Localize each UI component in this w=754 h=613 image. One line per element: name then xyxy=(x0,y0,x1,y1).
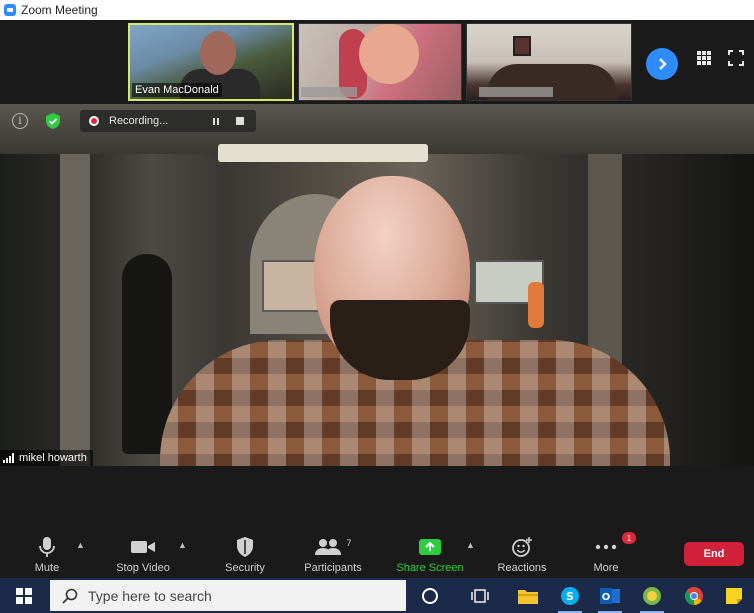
window-title: Zoom Meeting xyxy=(21,3,98,17)
svg-text:S: S xyxy=(566,590,574,603)
microphone-icon xyxy=(38,536,56,558)
windows-logo-icon xyxy=(16,587,32,604)
video-options-chevron-icon[interactable]: ▲ xyxy=(178,540,187,550)
search-icon xyxy=(62,588,78,604)
record-dot-icon xyxy=(89,116,99,126)
active-speaker-name: mikel howarth xyxy=(19,452,87,464)
participant-face xyxy=(359,24,419,84)
security-label: Security xyxy=(225,562,265,574)
participants-button[interactable]: 7 Participants xyxy=(296,530,370,578)
participants-count: 7 xyxy=(346,538,352,548)
video-background-light xyxy=(218,144,428,162)
chrome-icon[interactable] xyxy=(682,584,706,608)
cortana-circle-icon[interactable] xyxy=(418,584,442,608)
info-icon[interactable]: i xyxy=(12,113,28,129)
zoom-app-icon xyxy=(4,4,16,16)
reactions-label: Reactions xyxy=(497,562,547,574)
participants-label: Participants xyxy=(304,562,362,574)
notification-badge: 1 xyxy=(622,532,636,544)
meeting-toolbar: Mute ▲ Stop Video ▲ Security 7 Participa… xyxy=(0,530,754,578)
share-screen-button[interactable]: Share Screen xyxy=(390,530,470,578)
video-background-pillar xyxy=(60,154,90,466)
skype-icon[interactable]: S xyxy=(558,584,582,613)
share-options-chevron-icon[interactable]: ▲ xyxy=(466,540,475,550)
reactions-emoji-icon xyxy=(511,536,533,558)
participant-thumbnail-3[interactable] xyxy=(466,23,632,101)
participant-face xyxy=(200,31,236,75)
security-shield-icon xyxy=(235,536,255,558)
participant-thumbnail-1[interactable]: Evan MacDonald xyxy=(128,23,294,101)
search-input[interactable] xyxy=(88,587,388,604)
recording-indicator: Recording... xyxy=(80,110,256,132)
more-dots-icon xyxy=(595,536,617,558)
gallery-strip: Evan MacDonald xyxy=(0,20,754,104)
next-page-button[interactable] xyxy=(646,48,678,80)
active-speaker-name-tag: mikel howarth xyxy=(0,450,93,466)
participant-name-redacted xyxy=(301,87,357,97)
gallery-view-icon[interactable] xyxy=(696,50,712,66)
chevron-right-icon xyxy=(659,58,667,70)
outlook-icon[interactable]: O xyxy=(598,584,622,613)
audio-options-chevron-icon[interactable]: ▲ xyxy=(76,540,85,550)
video-camera-icon xyxy=(130,536,156,558)
task-view-icon[interactable] xyxy=(468,584,492,608)
share-screen-label: Share Screen xyxy=(396,562,464,574)
meeting-info-bar: i Recording... xyxy=(0,108,260,134)
window-titlebar: Zoom Meeting xyxy=(0,0,754,20)
mute-label: Mute xyxy=(34,562,60,574)
svg-text:O: O xyxy=(602,592,611,603)
start-button[interactable] xyxy=(0,578,48,613)
participant-video xyxy=(513,36,531,56)
mute-button[interactable]: Mute xyxy=(22,530,72,578)
security-button[interactable]: Security xyxy=(218,530,272,578)
signal-strength-icon xyxy=(3,453,14,463)
recording-label: Recording... xyxy=(109,115,169,127)
pause-recording-button[interactable] xyxy=(206,114,226,128)
participant-thumbnail-2[interactable] xyxy=(298,23,462,101)
windows-taskbar: S O xyxy=(0,578,754,613)
participants-icon: 7 xyxy=(314,536,352,558)
end-meeting-button[interactable]: End xyxy=(684,542,744,566)
taskbar-search-box[interactable] xyxy=(50,580,406,611)
stop-recording-button[interactable] xyxy=(236,117,244,125)
stop-video-label: Stop Video xyxy=(116,562,170,574)
zoom-taskbar-icon[interactable] xyxy=(640,584,664,613)
fullscreen-icon[interactable] xyxy=(728,50,744,66)
encryption-shield-icon[interactable] xyxy=(44,112,62,130)
stop-video-button[interactable]: Stop Video xyxy=(108,530,178,578)
video-background-object xyxy=(528,282,544,328)
share-screen-icon xyxy=(418,536,442,558)
reactions-button[interactable]: Reactions xyxy=(490,530,554,578)
sticky-notes-icon[interactable] xyxy=(722,584,746,608)
active-speaker-video xyxy=(0,104,754,466)
more-label: More xyxy=(593,562,619,574)
participant-name: Evan MacDonald xyxy=(132,83,222,97)
file-explorer-icon[interactable] xyxy=(516,584,540,608)
participant-name-redacted xyxy=(479,87,553,97)
